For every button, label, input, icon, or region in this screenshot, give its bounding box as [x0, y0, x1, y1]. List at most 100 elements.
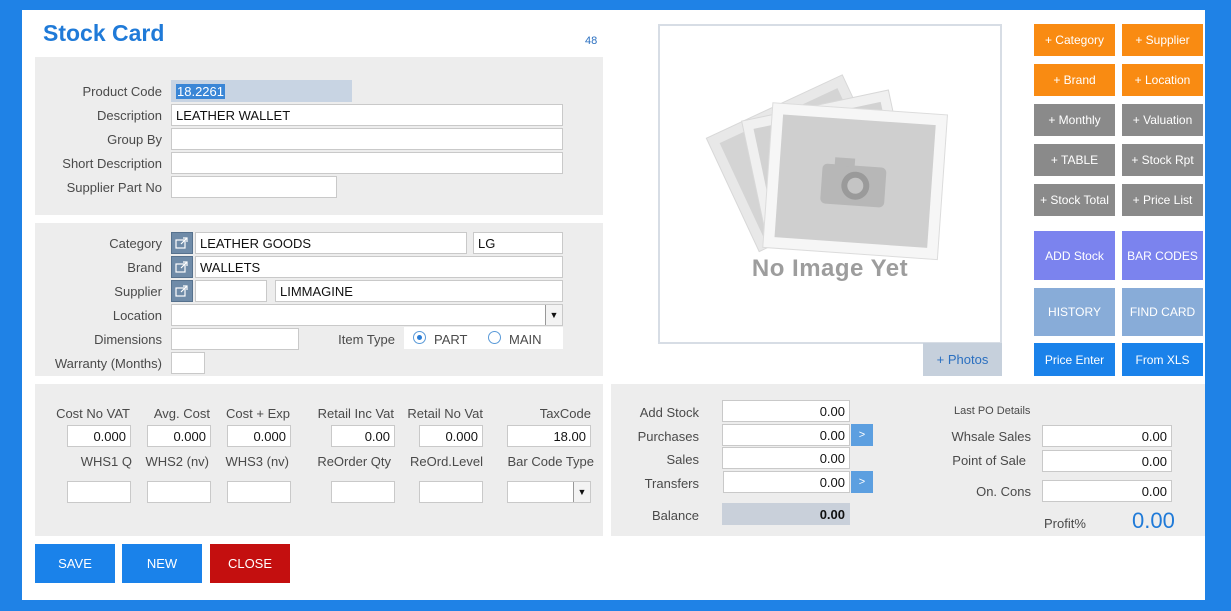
external-link-icon	[175, 237, 188, 249]
supplier-part-field[interactable]	[171, 176, 337, 198]
add-location-button[interactable]: + Location	[1122, 64, 1203, 96]
warranty-label: Warranty (Months)	[54, 356, 162, 371]
no-image-text: No Image Yet	[751, 255, 909, 282]
dimensions-label: Dimensions	[94, 332, 162, 347]
brand-lookup-button[interactable]	[171, 256, 193, 278]
whs2-field[interactable]	[147, 481, 211, 503]
bar-codes-button[interactable]: BAR CODES	[1122, 231, 1203, 280]
cost-exp-label: Cost + Exp	[226, 406, 290, 421]
sales-field[interactable]: 0.00	[722, 447, 850, 469]
supplier-lookup-button[interactable]	[171, 280, 193, 302]
find-card-button[interactable]: FIND CARD	[1122, 288, 1203, 336]
close-button[interactable]: CLOSE	[210, 544, 290, 583]
add-category-button[interactable]: + Category	[1034, 24, 1115, 56]
on-cons-label: On. Cons	[976, 484, 1031, 499]
short-description-field[interactable]	[171, 152, 563, 174]
taxcode-field[interactable]: 18.00	[507, 425, 591, 447]
brand-field[interactable]: WALLETS	[195, 256, 563, 278]
whs1-field[interactable]	[67, 481, 131, 503]
dimensions-field[interactable]	[171, 328, 299, 350]
chevron-down-icon[interactable]: ▼	[573, 482, 590, 502]
new-button[interactable]: NEW	[122, 544, 202, 583]
price-list-button[interactable]: + Price List	[1122, 184, 1203, 216]
cost-no-vat-field[interactable]: 0.000	[67, 425, 131, 447]
avg-cost-field[interactable]: 0.000	[147, 425, 211, 447]
category-lookup-button[interactable]	[171, 232, 193, 254]
monthly-report-button[interactable]: + Monthly	[1034, 104, 1115, 136]
add-supplier-button[interactable]: + Supplier	[1122, 24, 1203, 56]
brand-label: Brand	[127, 260, 162, 275]
on-cons-field[interactable]: 0.00	[1042, 480, 1172, 502]
sales-label: Sales	[666, 452, 699, 467]
stock-report-button[interactable]: + Stock Rpt	[1122, 144, 1203, 176]
chevron-down-icon[interactable]: ▼	[545, 305, 562, 325]
stock-card-window: Stock Card 48 Product Code 18.2261 Descr…	[22, 10, 1205, 600]
external-link-icon	[175, 261, 188, 273]
item-type-group: PART MAIN	[404, 327, 563, 349]
point-of-sale-label: Point of Sale	[952, 453, 1026, 468]
group-by-field[interactable]	[171, 128, 563, 150]
purchases-label: Purchases	[637, 429, 699, 444]
supplier-field[interactable]: LIMMAGINE	[275, 280, 563, 302]
retail-no-vat-label: Retail No Vat	[407, 406, 483, 421]
description-field[interactable]: LEATHER WALLET	[171, 104, 563, 126]
transfers-arrow-button[interactable]: >	[851, 471, 873, 493]
product-code-value: 18.2261	[176, 84, 225, 99]
record-count: 48	[585, 35, 598, 47]
valuation-report-button[interactable]: + Valuation	[1122, 104, 1203, 136]
barcode-type-select[interactable]: ▼	[507, 481, 591, 503]
from-xls-button[interactable]: From XLS	[1122, 343, 1203, 376]
reorder-level-field[interactable]	[419, 481, 483, 503]
whs3-field[interactable]	[227, 481, 291, 503]
reorder-qty-label: ReOrder Qty	[317, 454, 391, 469]
description-label: Description	[96, 108, 162, 123]
item-type-part-radio[interactable]	[413, 331, 426, 344]
item-type-part-label[interactable]: PART	[434, 332, 467, 347]
transfers-field[interactable]: 0.00	[723, 471, 850, 493]
table-report-button[interactable]: + TABLE	[1034, 144, 1115, 176]
product-code-label: Product Code	[82, 84, 163, 99]
stock-total-button[interactable]: + Stock Total	[1034, 184, 1115, 216]
add-brand-button[interactable]: + Brand	[1034, 64, 1115, 96]
transfers-label: Transfers	[644, 476, 699, 491]
category-field[interactable]: LEATHER GOODS	[195, 232, 467, 254]
whsale-sales-field[interactable]: 0.00	[1042, 425, 1172, 447]
purchases-field[interactable]: 0.00	[722, 424, 850, 446]
supplier-part-label: Supplier Part No	[66, 180, 162, 195]
last-po-heading: Last PO Details	[954, 405, 1031, 417]
avg-cost-label: Avg. Cost	[153, 406, 210, 421]
supplier-code-field[interactable]	[195, 280, 267, 302]
retail-no-vat-field[interactable]: 0.000	[419, 425, 483, 447]
history-button[interactable]: HISTORY	[1034, 288, 1115, 336]
stock-panel: Add Stock 0.00 Purchases 0.00 > Sales 0.…	[611, 384, 1205, 536]
category-code-field[interactable]: LG	[473, 232, 563, 254]
add-stock-field[interactable]: 0.00	[722, 400, 850, 422]
supplier-label: Supplier	[114, 284, 162, 299]
location-label: Location	[112, 308, 162, 323]
retail-inc-vat-field[interactable]: 0.00	[331, 425, 395, 447]
product-code-field[interactable]: 18.2261	[171, 80, 352, 102]
product-panel: Product Code 18.2261 Description LEATHER…	[35, 57, 603, 215]
add-stock-button[interactable]: ADD Stock	[1034, 231, 1115, 280]
whs2-label: WHS2 (nv)	[145, 454, 209, 469]
point-of-sale-field[interactable]: 0.00	[1042, 450, 1172, 472]
item-type-main-radio[interactable]	[488, 331, 501, 344]
photo-stack-icon	[705, 74, 949, 261]
profit-label: Profit%	[1044, 516, 1086, 531]
profit-value: 0.00	[1132, 508, 1175, 533]
save-button[interactable]: SAVE	[35, 544, 115, 583]
whs1-label: WHS1 Q	[80, 454, 132, 469]
location-select[interactable]: ▼	[171, 304, 563, 326]
cost-exp-field[interactable]: 0.000	[227, 425, 291, 447]
taxcode-label: TaxCode	[539, 406, 591, 421]
price-enter-button[interactable]: Price Enter	[1034, 343, 1115, 376]
classification-panel: Category LEATHER GOODS LG Brand WALLETS …	[35, 223, 603, 376]
reorder-qty-field[interactable]	[331, 481, 395, 503]
item-type-main-label[interactable]: MAIN	[509, 332, 542, 347]
warranty-field[interactable]	[171, 352, 205, 374]
purchases-arrow-button[interactable]: >	[851, 424, 873, 446]
pricing-panel: Cost No VAT Avg. Cost Cost + Exp Retail …	[35, 384, 603, 536]
photos-button[interactable]: + Photos	[923, 343, 1002, 376]
barcode-type-label: Bar Code Type	[507, 454, 594, 469]
whs3-label: WHS3 (nv)	[225, 454, 289, 469]
